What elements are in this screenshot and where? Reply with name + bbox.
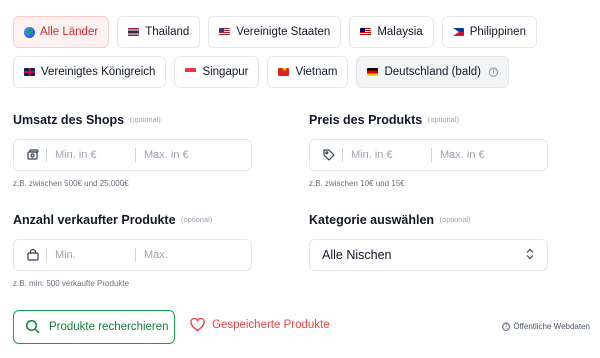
info-icon[interactable]: ⓘ [489,67,498,77]
chip-label: Deutschland (bald) [384,66,481,78]
search-products-label: Produkte recherchieren [49,321,169,333]
sold-min-input[interactable]: Min. [55,249,127,261]
chip-united-kingdom[interactable]: Vereinigtes Königreich [13,56,167,88]
shopping-bag-icon [26,248,40,262]
optional-tag: (optional) [427,115,460,124]
flag-vn-icon [278,68,290,76]
category-select[interactable]: Alle Nischen [309,239,548,271]
divider [46,248,47,262]
chip-label: Vereinigte Staaten [236,26,331,38]
chip-philippines[interactable]: Philippinen [441,16,537,48]
saved-products-button[interactable]: Gespeicherte Produkte [190,318,330,332]
field-label: Umsatz des Shops (optional) [13,113,252,127]
category-field: Kategorie auswählen (optional) Alle Nisc… [309,213,548,271]
field-hint: z.B. zwischen 10€ und 15€ [309,179,405,188]
flag-th-icon [128,28,140,36]
field-label-text: Preis des Produkts [309,113,423,127]
divider [46,148,47,162]
public-data-note: ⓘ Öffentliche Webdaten [502,322,590,331]
optional-tag: (optional) [129,115,161,124]
field-hint: z.B. min. 500 verkaufte Produkte [13,279,130,288]
country-filter: Alle Länder Thailand Vereinigte Staaten … [13,16,593,96]
chevron-up-down-icon [525,248,535,263]
chip-all-countries[interactable]: Alle Länder [13,16,110,48]
heart-icon [190,318,205,332]
chip-united-states[interactable]: Vereinigte Staaten [208,16,342,48]
product-price-range: Min. in € Max. in € [309,139,548,171]
public-data-text: Öffentliche Webdaten [513,322,590,331]
product-price-field: Preis des Produkts (optional) Min. in € … [309,113,548,188]
chip-label: Vereinigtes Königreich [41,66,156,78]
flag-ph-icon [452,28,464,36]
field-label: Preis des Produkts (optional) [309,113,548,127]
field-label: Anzahl verkaufter Produkte (optional) [13,213,252,227]
flag-gb-icon [24,68,35,76]
products-sold-field: Anzahl verkaufter Produkte (optional) Mi… [13,213,252,288]
divider [342,148,343,162]
globe-icon [24,26,35,38]
chip-label: Vietnam [295,66,338,78]
field-label-text: Umsatz des Shops [13,113,125,127]
divider [431,148,432,162]
optional-tag: (optional) [439,215,471,224]
field-label: Kategorie auswählen (optional) [309,213,548,227]
revenue-min-input[interactable]: Min. in € [55,149,127,161]
field-label-text: Anzahl verkaufter Produkte [13,213,176,227]
tag-icon [322,148,336,162]
flag-de-icon [367,68,379,76]
search-products-button[interactable]: Produkte recherchieren [13,310,175,344]
field-hint: z.B. zwischen 500€ und 25.000€ [13,179,129,188]
info-icon: ⓘ [502,322,511,331]
divider [135,248,136,262]
divider [135,148,136,162]
shop-revenue-field: Umsatz des Shops (optional) Min. in € Ma… [13,113,252,188]
country-chip-row-2: Vereinigtes Königreich Singapur Vietnam … [13,56,593,88]
money-icon [26,148,40,162]
optional-tag: (optional) [181,215,213,224]
products-sold-range: Min. Max. [13,239,252,271]
chip-label: Philippinen [469,26,526,38]
flag-my-icon [360,28,372,36]
chip-label: Thailand [145,26,190,38]
chip-label: Alle Länder [40,26,99,38]
revenue-max-input[interactable]: Max. in € [144,149,216,161]
saved-products-label: Gespeicherte Produkte [212,319,330,331]
chip-label: Singapur [202,66,249,78]
chip-thailand[interactable]: Thailand [117,16,201,48]
price-max-input[interactable]: Max. in € [440,149,512,161]
chip-germany: Deutschland (bald) ⓘ [356,56,509,88]
chip-label: Malaysia [377,26,423,38]
chip-vietnam[interactable]: Vietnam [267,56,349,88]
flag-us-icon [219,28,231,36]
search-icon [25,319,41,335]
chip-malaysia[interactable]: Malaysia [349,16,434,48]
shop-revenue-range: Min. in € Max. in € [13,139,252,171]
field-label-text: Kategorie auswählen [309,213,435,227]
sold-max-input[interactable]: Max. [144,249,216,261]
chip-singapore[interactable]: Singapur [174,56,260,88]
flag-sg-icon [185,68,197,76]
country-chip-row-1: Alle Länder Thailand Vereinigte Staaten … [13,16,593,48]
price-min-input[interactable]: Min. in € [351,149,423,161]
category-selected-value: Alle Nischen [322,248,392,262]
